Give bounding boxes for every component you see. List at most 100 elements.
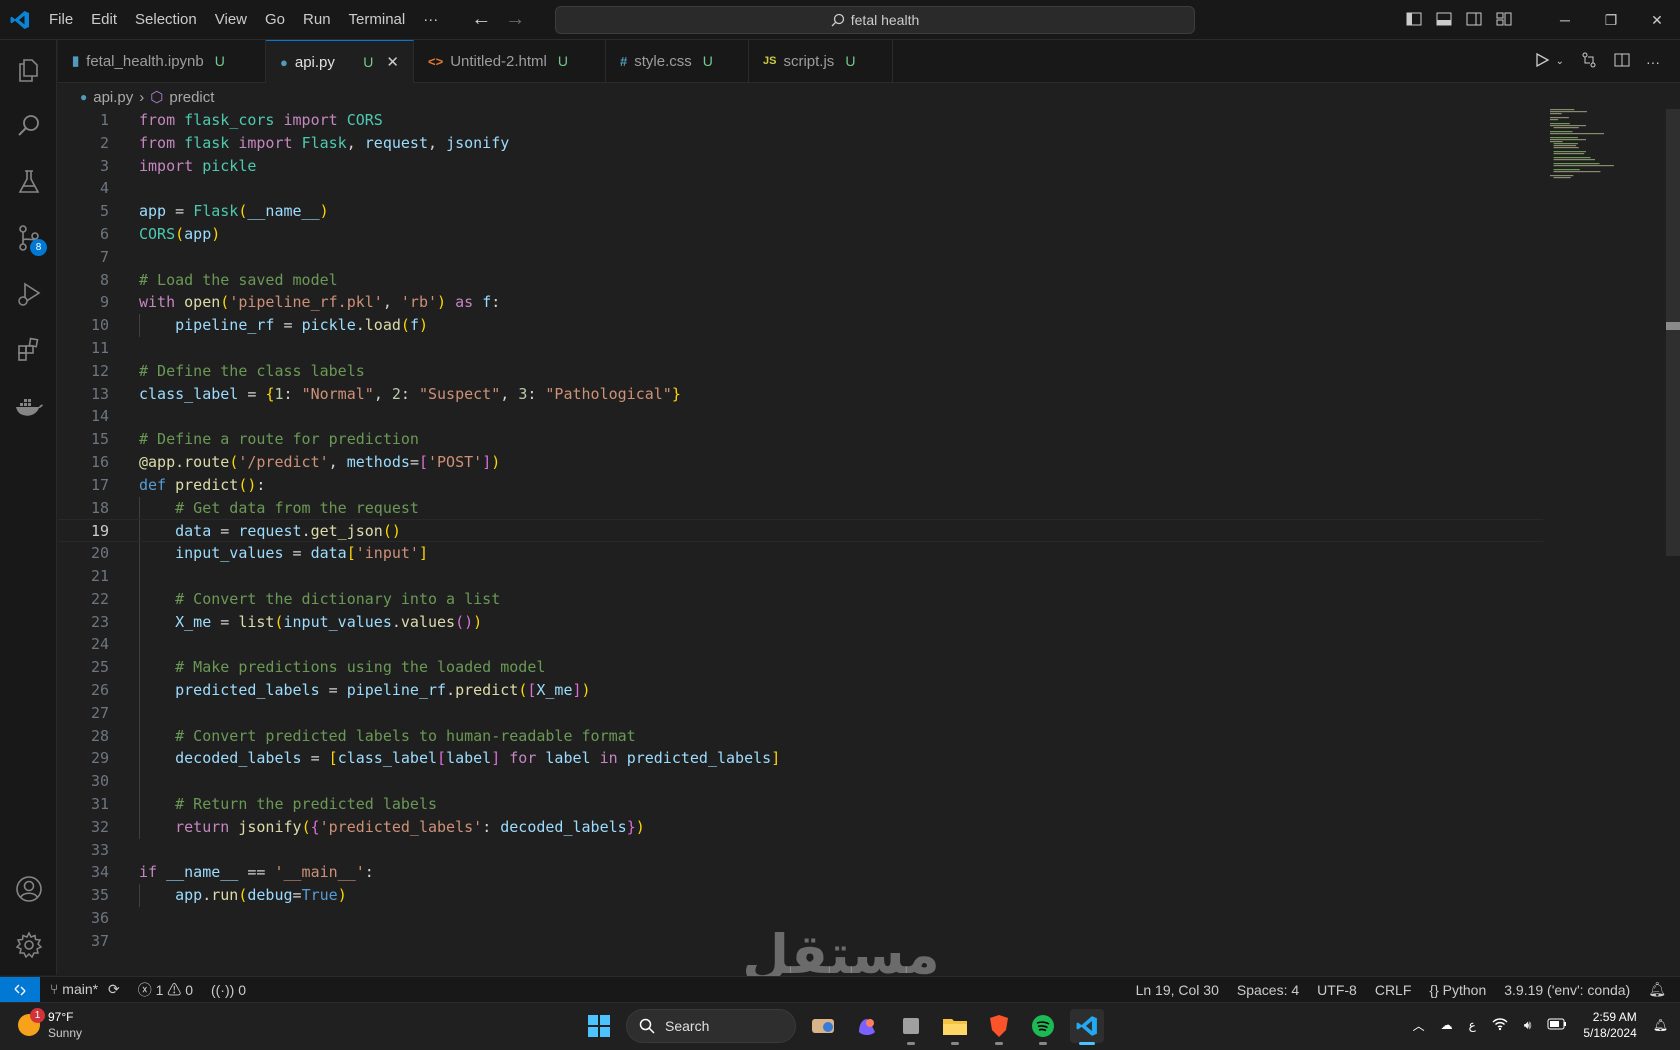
- tab-script-js[interactable]: JS script.js U: [749, 40, 893, 82]
- run-python-file-icon[interactable]: [1534, 52, 1550, 71]
- ports-indicator[interactable]: ((·)) 0: [211, 982, 246, 998]
- remote-indicator-icon[interactable]: [0, 977, 40, 1002]
- vscode-taskbar-icon[interactable]: [1070, 1009, 1104, 1045]
- encoding[interactable]: UTF-8: [1317, 982, 1357, 998]
- code-line[interactable]: 27: [58, 701, 1543, 725]
- accounts-icon[interactable]: [0, 864, 57, 914]
- run-debug-icon[interactable]: [0, 269, 57, 319]
- menu-edit[interactable]: Edit: [82, 0, 126, 40]
- tab-style-css[interactable]: # style.css U: [606, 40, 749, 82]
- code-line[interactable]: 7: [58, 246, 1543, 269]
- back-arrow-icon[interactable]: ←: [471, 8, 491, 31]
- branch-indicator[interactable]: ⑂ main* ⟳: [50, 981, 120, 998]
- search-icon[interactable]: [0, 101, 57, 151]
- language-mode[interactable]: {} Python: [1429, 982, 1486, 998]
- menu-more[interactable]: ···: [414, 0, 447, 40]
- breadcrumb-file[interactable]: api.py: [93, 89, 133, 106]
- code-line[interactable]: 5 app = Flask(__name__): [58, 200, 1543, 223]
- forward-arrow-icon[interactable]: →: [505, 8, 525, 31]
- code-line[interactable]: 32 return jsonify({'predicted_labels': d…: [58, 815, 1543, 839]
- code-line[interactable]: 3 import pickle: [58, 155, 1543, 178]
- vertical-scrollbar[interactable]: [1666, 109, 1680, 556]
- code-line[interactable]: 34 if __name__ == '__main__':: [58, 861, 1543, 884]
- menu-go[interactable]: Go: [256, 0, 294, 40]
- volume-icon[interactable]: 🔊︎: [1524, 1018, 1532, 1033]
- weather-widget[interactable]: 1 97°F Sunny: [18, 1008, 82, 1041]
- code-line[interactable]: 23 X_me = list(input_values.values()): [58, 610, 1543, 634]
- code-line[interactable]: 22 # Convert the dictionary into a list: [58, 587, 1543, 611]
- menu-selection[interactable]: Selection: [126, 0, 206, 40]
- menu-file[interactable]: File: [40, 0, 82, 40]
- code-line[interactable]: 4: [58, 177, 1543, 200]
- code-line[interactable]: 24: [58, 633, 1543, 657]
- clock[interactable]: 2:59 AM 5/18/2024: [1583, 1009, 1636, 1041]
- code-line[interactable]: 21: [58, 564, 1543, 588]
- python-interpreter[interactable]: 3.9.19 ('env': conda): [1504, 982, 1630, 998]
- code-line[interactable]: 30: [58, 770, 1543, 793]
- copilot-icon[interactable]: [850, 1009, 884, 1043]
- menu-view[interactable]: View: [206, 0, 256, 40]
- windows-start-icon[interactable]: [582, 1009, 616, 1043]
- settings-gear-icon[interactable]: [0, 920, 57, 970]
- docker-icon[interactable]: [0, 381, 57, 431]
- widgets-icon[interactable]: [806, 1009, 840, 1043]
- tab-untitled-2-html[interactable]: <> Untitled-2.html U: [414, 40, 606, 82]
- menu-terminal[interactable]: Terminal: [340, 0, 415, 40]
- restore-icon[interactable]: ❐: [1588, 0, 1634, 40]
- minimize-icon[interactable]: ─: [1542, 0, 1588, 40]
- code-line[interactable]: 2 from flask import Flask, request, jsoni…: [58, 132, 1543, 155]
- customize-layout-icon[interactable]: [1496, 11, 1512, 30]
- code-line[interactable]: 11: [58, 337, 1543, 360]
- code-line[interactable]: 16 @app.route('/predict', methods=['POST'…: [58, 451, 1543, 474]
- show-hidden-icons-chevron-icon[interactable]: ︿: [1413, 1017, 1425, 1034]
- code-line[interactable]: 29 decoded_labels = [class_label[label] …: [58, 747, 1543, 771]
- end-of-line[interactable]: CRLF: [1375, 982, 1412, 998]
- menu-run[interactable]: Run: [294, 0, 340, 40]
- code-line[interactable]: 19 data = request.get_json(): [58, 519, 1543, 543]
- breadcrumb-symbol[interactable]: predict: [169, 89, 214, 106]
- code-line[interactable]: 28 # Convert predicted labels to human-r…: [58, 724, 1543, 748]
- tab-fetal-health-ipynb[interactable]: ▮ fetal_health.ipynb U: [58, 40, 266, 82]
- code-line[interactable]: 9 with open('pipeline_rf.pkl', 'rb') as f…: [58, 291, 1543, 314]
- close-tab-icon[interactable]: ✕: [386, 53, 399, 71]
- testing-flask-icon[interactable]: [0, 157, 57, 207]
- code-line[interactable]: 13 class_label = {1: "Normal", 2: "Suspec…: [58, 383, 1543, 406]
- toggle-panel-icon[interactable]: [1436, 11, 1452, 30]
- compare-changes-icon[interactable]: [1580, 51, 1598, 72]
- code-line[interactable]: 14: [58, 405, 1543, 428]
- code-editor[interactable]: 1 from flask_cors import CORS 2 from flask …: [58, 109, 1543, 952]
- explorer-icon[interactable]: [0, 45, 57, 95]
- code-line[interactable]: 33: [58, 839, 1543, 862]
- code-line[interactable]: 35 app.run(debug=True): [58, 884, 1543, 907]
- battery-icon[interactable]: [1547, 1018, 1567, 1033]
- file-explorer-icon[interactable]: [938, 1009, 972, 1045]
- code-line[interactable]: 8 # Load the saved model: [58, 269, 1543, 292]
- toggle-primary-sidebar-icon[interactable]: [1406, 11, 1422, 30]
- code-line[interactable]: 20 input_values = data['input']: [58, 542, 1543, 565]
- onedrive-cloud-icon[interactable]: ☁: [1441, 1018, 1453, 1032]
- problems-indicator[interactable]: ⓧ 1 ⚠ 0: [138, 980, 193, 1000]
- source-control-icon[interactable]: 8: [0, 213, 57, 263]
- code-line[interactable]: 37: [58, 930, 1543, 953]
- file-manager-app-icon[interactable]: [894, 1009, 928, 1045]
- notifications-bell-icon[interactable]: 🔔︎: [1648, 981, 1666, 998]
- input-language[interactable]: ع: [1469, 1018, 1476, 1032]
- notification-center-bell-icon[interactable]: 🔔︎: [1653, 1018, 1668, 1032]
- code-line[interactable]: 1 from flask_cors import CORS: [58, 109, 1543, 132]
- code-line[interactable]: 18 # Get data from the request: [58, 496, 1543, 520]
- code-line[interactable]: 17 def predict():: [58, 474, 1543, 497]
- code-line[interactable]: 10 pipeline_rf = pickle.load(f): [58, 314, 1543, 337]
- code-line[interactable]: 15 # Define a route for prediction: [58, 428, 1543, 451]
- brave-browser-icon[interactable]: [982, 1009, 1016, 1045]
- close-window-icon[interactable]: ✕: [1634, 0, 1680, 40]
- indentation[interactable]: Spaces: 4: [1237, 982, 1299, 998]
- code-line[interactable]: 6 CORS(app): [58, 223, 1543, 246]
- wifi-icon[interactable]: [1492, 1017, 1508, 1034]
- more-actions-icon[interactable]: ···: [1646, 54, 1660, 70]
- toggle-secondary-sidebar-icon[interactable]: [1466, 11, 1482, 30]
- tab-api-py[interactable]: ● api.py U ✕: [266, 40, 414, 83]
- cursor-position[interactable]: Ln 19, Col 30: [1136, 982, 1219, 998]
- split-editor-icon[interactable]: [1614, 52, 1630, 71]
- code-line[interactable]: 12 # Define the class labels: [58, 360, 1543, 383]
- spotify-icon[interactable]: [1026, 1009, 1060, 1045]
